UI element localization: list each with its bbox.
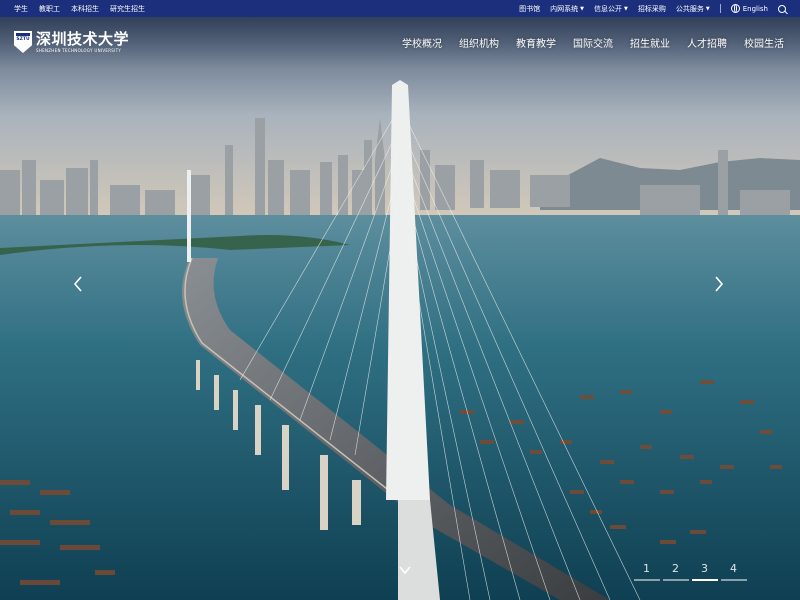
globe-icon (730, 4, 740, 13)
chevron-left-icon (73, 276, 82, 292)
page-indicator-line (720, 579, 747, 581)
nav-recruitment[interactable]: 人才招聘 (687, 35, 727, 50)
logo-wordmark: 深圳技术大学 SHENZHEN TECHNOLOGY UNIVERSITY (36, 30, 130, 54)
university-name-en: SHENZHEN TECHNOLOGY UNIVERSITY (36, 48, 122, 53)
language-label: English (742, 4, 768, 13)
scroll-down-button[interactable] (397, 562, 413, 576)
search-icon (778, 4, 786, 13)
nav-admissions-careers[interactable]: 招生就业 (630, 35, 670, 50)
audience-links: 学生 教职工 本科招生 研究生招生 (14, 4, 156, 14)
page-indicator-line (662, 579, 689, 581)
top-utility-bar: 学生 教职工 本科招生 研究生招生 图书馆 内网系统 ▼ 信息公开 ▼ 招标采购… (0, 0, 800, 17)
link-library[interactable]: 图书馆 (519, 4, 540, 14)
carousel-next-button[interactable] (712, 274, 726, 294)
page-indicator-line (633, 579, 660, 581)
carousel-page-4[interactable]: 4 (719, 562, 748, 581)
menu-intranet-label: 内网系统 (550, 4, 579, 13)
menu-info-disclosure-label: 信息公开 (594, 4, 622, 13)
link-staff[interactable]: 教职工 (39, 4, 60, 14)
university-logo[interactable]: SZTU 深圳技术大学 SHENZHEN TECHNOLOGY UNIVERSI… (14, 31, 129, 53)
language-switch[interactable]: English (730, 4, 768, 13)
chevron-right-icon (715, 276, 724, 292)
menu-public-services[interactable]: 公共服务 ▼ (676, 4, 710, 14)
carousel-page-1[interactable]: 1 (632, 562, 661, 581)
link-library-label: 图书馆 (519, 4, 541, 13)
search-button[interactable] (778, 4, 786, 13)
carousel-page-2[interactable]: 2 (661, 562, 690, 581)
link-undergrad-admissions[interactable]: 本科招生 (71, 4, 99, 14)
main-nav: 学校概况 组织机构 教育教学 国际交流 招生就业 人才招聘 校园生活 (385, 35, 784, 50)
link-procurement[interactable]: 招标采购 (638, 4, 666, 14)
nav-international[interactable]: 国际交流 (573, 35, 613, 50)
carousel-pagination: 1 2 3 4 (632, 562, 748, 581)
utility-links: 图书馆 内网系统 ▼ 信息公开 ▼ 招标采购 公共服务 ▼ English (509, 4, 786, 14)
nav-campus-life[interactable]: 校园生活 (744, 35, 784, 50)
page-number: 1 (643, 562, 650, 575)
nav-education[interactable]: 教育教学 (516, 35, 556, 50)
shield-text: SZTU (16, 37, 30, 42)
menu-info-disclosure[interactable]: 信息公开 ▼ (594, 4, 628, 14)
caret-down-icon: ▼ (580, 5, 584, 12)
link-grad-admissions[interactable]: 研究生招生 (110, 4, 145, 14)
link-students[interactable]: 学生 (14, 4, 28, 14)
nav-about[interactable]: 学校概况 (402, 35, 442, 50)
carousel-page-3[interactable]: 3 (690, 562, 719, 581)
university-name-cn: 深圳技术大学 (36, 30, 130, 48)
caret-down-icon: ▼ (624, 5, 628, 12)
caret-down-icon: ▼ (705, 5, 710, 12)
menu-public-services-label: 公共服务 (675, 4, 704, 13)
page-number: 4 (730, 562, 737, 575)
page-number: 3 (701, 562, 708, 575)
page-indicator-line (691, 579, 718, 581)
hero-banner-image (0, 0, 800, 600)
chevron-down-icon (399, 566, 411, 575)
page-number: 2 (672, 562, 679, 575)
nav-organization[interactable]: 组织机构 (459, 35, 499, 50)
link-procurement-label: 招标采购 (637, 4, 666, 13)
carousel-prev-button[interactable] (71, 274, 85, 294)
bridge-scene (0, 0, 800, 600)
divider (719, 4, 721, 13)
shield-emblem-icon: SZTU (14, 31, 32, 53)
menu-intranet[interactable]: 内网系统 ▼ (550, 4, 584, 14)
main-header: SZTU 深圳技术大学 SHENZHEN TECHNOLOGY UNIVERSI… (0, 17, 800, 67)
